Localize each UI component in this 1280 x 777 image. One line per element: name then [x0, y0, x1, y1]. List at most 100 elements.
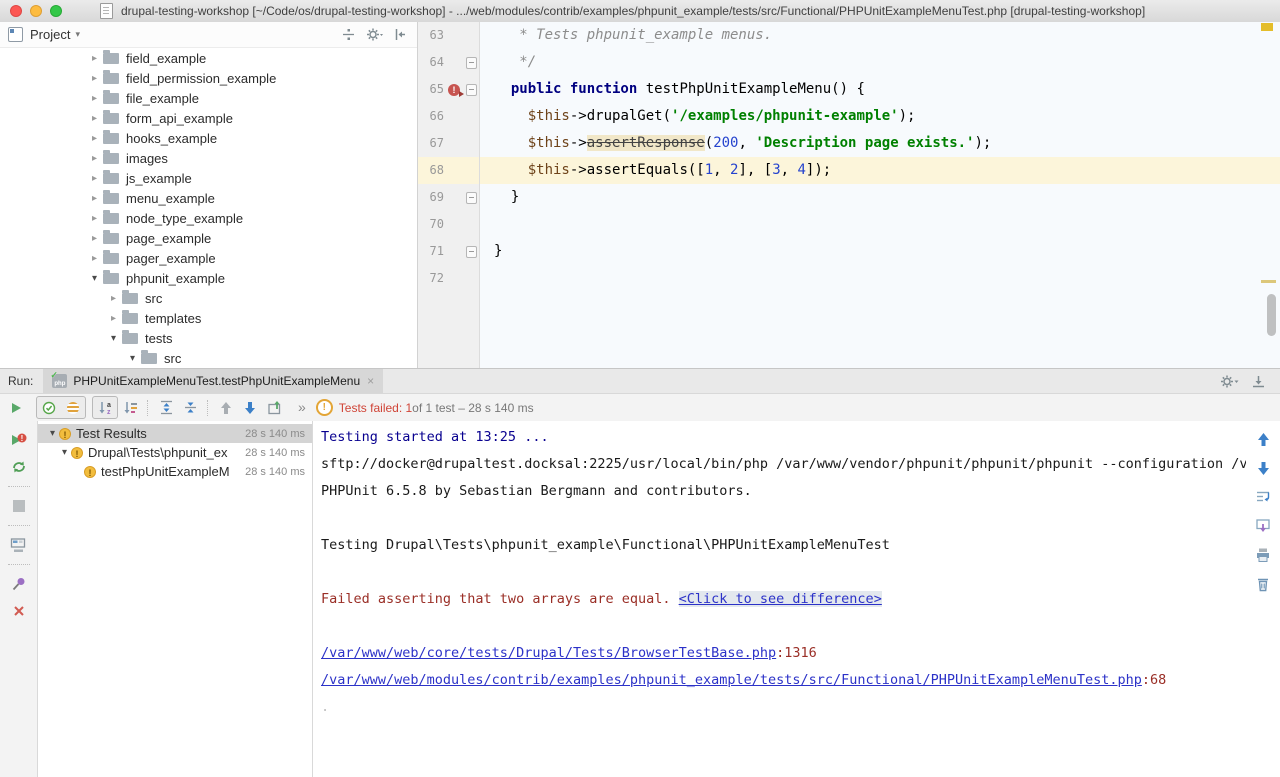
line-number: 65 [418, 76, 444, 103]
clear-console-button[interactable] [1253, 574, 1273, 594]
test-console-output[interactable]: Testing started at 13:25 ... sftp://dock… [313, 421, 1246, 777]
rerun-failed-test-gutter-icon[interactable]: ! [448, 84, 460, 96]
toolbar-overflow-icon[interactable]: » [298, 399, 306, 415]
chevron-right-icon[interactable]: ▸ [88, 233, 101, 244]
console-line: Testing started at 13:25 ... [321, 424, 1246, 451]
sort-alphabetically-button[interactable]: az [93, 397, 117, 418]
collapse-all-button[interactable] [178, 397, 202, 418]
show-passed-button[interactable] [37, 397, 61, 418]
test-node-label: Drupal\Tests\phpunit_ex [88, 445, 241, 460]
tree-item-images[interactable]: ▸images [0, 148, 417, 168]
see-difference-link[interactable]: <Click to see difference> [679, 591, 882, 607]
zoom-window-button[interactable] [50, 5, 62, 17]
chevron-right-icon[interactable]: ▸ [88, 213, 101, 224]
tree-item-tests[interactable]: ▾tests [0, 328, 417, 348]
hide-project-panel-icon[interactable] [393, 27, 407, 42]
tree-item-src[interactable]: ▸src [0, 288, 417, 308]
stack-frame-link[interactable]: /var/www/web/core/tests/Drupal/Tests/Bro… [321, 645, 776, 661]
tree-item-page_example[interactable]: ▸page_example [0, 228, 417, 248]
rerun-test-session-button[interactable] [8, 456, 30, 478]
stack-frame-line-number: :68 [1142, 672, 1166, 688]
show-ignored-button[interactable] [61, 397, 85, 418]
chevron-right-icon[interactable]: ▸ [107, 293, 120, 304]
stop-button[interactable] [8, 495, 30, 517]
tree-item-node_type_example[interactable]: ▸node_type_example [0, 208, 417, 228]
test-failed-badge-icon: ! [59, 428, 71, 440]
project-panel-title[interactable]: Project [30, 27, 70, 42]
folder-icon [103, 233, 119, 244]
chevron-down-icon[interactable]: ▾ [88, 273, 101, 284]
code-variable: $this [528, 162, 570, 178]
tree-item-field_example[interactable]: ▸field_example [0, 48, 417, 68]
close-tab-icon[interactable]: × [367, 374, 374, 388]
next-failed-test-button[interactable] [238, 397, 262, 418]
scroll-to-end-button[interactable] [1253, 516, 1273, 536]
tree-item-pager_example[interactable]: ▸pager_example [0, 248, 417, 268]
sort-by-duration-button[interactable] [118, 397, 142, 418]
fold-marker-icon[interactable] [466, 57, 477, 69]
hide-run-panel-icon[interactable] [1251, 374, 1266, 389]
tree-item-label: file_example [126, 91, 199, 106]
editor-scrollbar[interactable] [1267, 294, 1276, 336]
restore-layout-button[interactable] [8, 534, 30, 556]
error-stripe-mark[interactable] [1261, 280, 1276, 283]
inspection-status-icon[interactable] [1261, 23, 1273, 31]
chevron-right-icon[interactable]: ▸ [88, 73, 101, 84]
code-number: 4 [797, 162, 805, 178]
chevron-right-icon[interactable]: ▸ [107, 313, 120, 324]
rerun-button[interactable] [4, 397, 28, 418]
test-node-root[interactable]: ▾ ! Test Results 28 s 140 ms [38, 424, 312, 443]
print-button[interactable] [1253, 545, 1273, 565]
pin-tab-button[interactable] [8, 573, 30, 595]
tree-item-field_permission_example[interactable]: ▸field_permission_example [0, 68, 417, 88]
test-node-method[interactable]: ! testPhpUnitExampleM 28 s 140 ms [38, 462, 312, 481]
soft-wrap-button[interactable] [1253, 487, 1273, 507]
run-settings-gear-icon[interactable] [1220, 374, 1239, 389]
import-test-results-button[interactable] [262, 397, 286, 418]
chevron-down-icon[interactable]: ▾ [126, 353, 139, 364]
close-window-button[interactable] [10, 5, 22, 17]
chevron-right-icon[interactable]: ▸ [88, 53, 101, 64]
tree-item-tests-src[interactable]: ▾src [0, 348, 417, 368]
tree-item-phpunit_example[interactable]: ▾phpunit_example [0, 268, 417, 288]
code-variable: $this [528, 108, 570, 124]
project-dropdown-icon[interactable]: ▾ [75, 29, 80, 40]
chevron-right-icon[interactable]: ▸ [88, 153, 101, 164]
fold-marker-icon[interactable] [466, 192, 477, 204]
code-line-63: 63 * Tests phpunit_example menus. [418, 22, 1280, 49]
expand-all-button[interactable] [154, 397, 178, 418]
stack-frame-link[interactable]: /var/www/web/modules/contrib/examples/ph… [321, 672, 1142, 688]
test-node-class[interactable]: ▾ ! Drupal\Tests\phpunit_ex 28 s 140 ms [38, 443, 312, 462]
chevron-down-icon[interactable]: ▾ [107, 333, 120, 344]
chevron-right-icon[interactable]: ▸ [88, 173, 101, 184]
scroll-from-source-icon[interactable] [341, 27, 356, 42]
down-stacktrace-button[interactable] [1253, 458, 1273, 478]
project-settings-gear-icon[interactable] [366, 27, 383, 42]
tree-item-templates[interactable]: ▸templates [0, 308, 417, 328]
tree-item-hooks_example[interactable]: ▸hooks_example [0, 128, 417, 148]
tree-item-file_example[interactable]: ▸ file_example [0, 88, 417, 108]
minimize-window-button[interactable] [30, 5, 42, 17]
chevron-right-icon[interactable]: ▸ [88, 93, 101, 104]
chevron-down-icon[interactable]: ▾ [46, 428, 59, 439]
tree-item-menu_example[interactable]: ▸menu_example [0, 188, 417, 208]
code-line-69: 69 } [418, 184, 1280, 211]
tree-item-form_api_example[interactable]: ▸form_api_example [0, 108, 417, 128]
code-line-65: 65! public function testPhpUnitExampleMe… [418, 76, 1280, 103]
up-stacktrace-button[interactable] [1253, 429, 1273, 449]
tree-item-js_example[interactable]: ▸js_example [0, 168, 417, 188]
fold-marker-icon[interactable] [466, 84, 477, 96]
rerun-failed-tests-button[interactable]: ! [8, 429, 30, 451]
chevron-right-icon[interactable]: ▸ [88, 193, 101, 204]
chevron-right-icon[interactable]: ▸ [88, 133, 101, 144]
console-line: Testing Drupal\Tests\phpunit_example\Fun… [321, 532, 1246, 559]
chevron-right-icon[interactable]: ▸ [88, 253, 101, 264]
close-run-panel-button[interactable] [8, 600, 30, 622]
fold-marker-icon[interactable] [466, 246, 477, 258]
run-configuration-tab[interactable]: ✓ php PHPUnitExampleMenuTest.testPhpUnit… [43, 369, 383, 393]
previous-failed-test-button[interactable] [214, 397, 238, 418]
chevron-down-icon[interactable]: ▾ [58, 447, 71, 458]
code-editor[interactable]: 63 * Tests phpunit_example menus. 64 */ … [418, 22, 1280, 368]
project-panel-header: Project ▾ [0, 22, 417, 48]
chevron-right-icon[interactable]: ▸ [88, 113, 101, 124]
